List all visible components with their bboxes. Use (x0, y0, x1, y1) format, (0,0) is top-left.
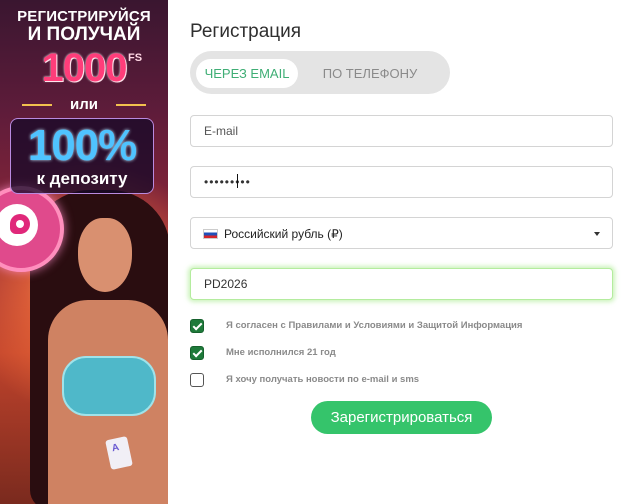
currency-select[interactable]: Российский рубль (₽) (190, 217, 613, 249)
russia-flag-icon (203, 229, 218, 239)
terms-label: Я согласен с Правилами и Условиями и Защ… (226, 320, 523, 331)
age-label: Мне исполнился 21 год (226, 347, 336, 358)
text-cursor (237, 174, 238, 188)
promo-bonus-box: 100% к депозиту (10, 118, 154, 194)
chevron-down-icon[interactable] (594, 232, 600, 236)
password-field[interactable] (190, 166, 613, 198)
tab-email[interactable]: ЧЕРЕЗ EMAIL (196, 59, 298, 88)
registration-method-tabs: ЧЕРЕЗ EMAIL ПО ТЕЛЕФОНУ (190, 51, 450, 94)
promo-code-field[interactable] (190, 268, 613, 300)
promo-amount-suffix: FS (128, 52, 143, 64)
promo-percent: 100% (27, 121, 138, 170)
promo-banner[interactable]: A РЕГИСТРИРУЙСЯ И ПОЛУЧАЙ 1000 FS или 10… (0, 0, 168, 504)
banner-figure-top (62, 356, 156, 416)
promo-line-register: РЕГИСТРИРУЙСЯ (17, 8, 151, 25)
tab-phone[interactable]: ПО ТЕЛЕФОНУ (300, 59, 440, 88)
banner-figure-face (78, 218, 132, 292)
register-button[interactable]: Зарегистрироваться (311, 401, 492, 434)
email-input[interactable] (191, 116, 612, 146)
currency-selected-value: Российский рубль (₽) (224, 227, 343, 241)
promo-amount: 1000 (41, 46, 128, 90)
promo-deposit: к депозиту (36, 169, 128, 188)
page-title: Регистрация (190, 21, 302, 42)
newsletter-label: Я хочу получать новости по e-mail и sms (226, 374, 420, 385)
promo-divider-right (116, 104, 146, 106)
email-field[interactable] (190, 115, 613, 147)
age-checkbox[interactable] (190, 346, 204, 360)
password-input[interactable] (191, 167, 612, 197)
promo-line-get: И ПОЛУЧАЙ (27, 24, 141, 45)
promo-code-input[interactable] (191, 269, 612, 299)
newsletter-checkbox[interactable] (190, 373, 204, 387)
terms-checkbox[interactable] (190, 319, 204, 333)
